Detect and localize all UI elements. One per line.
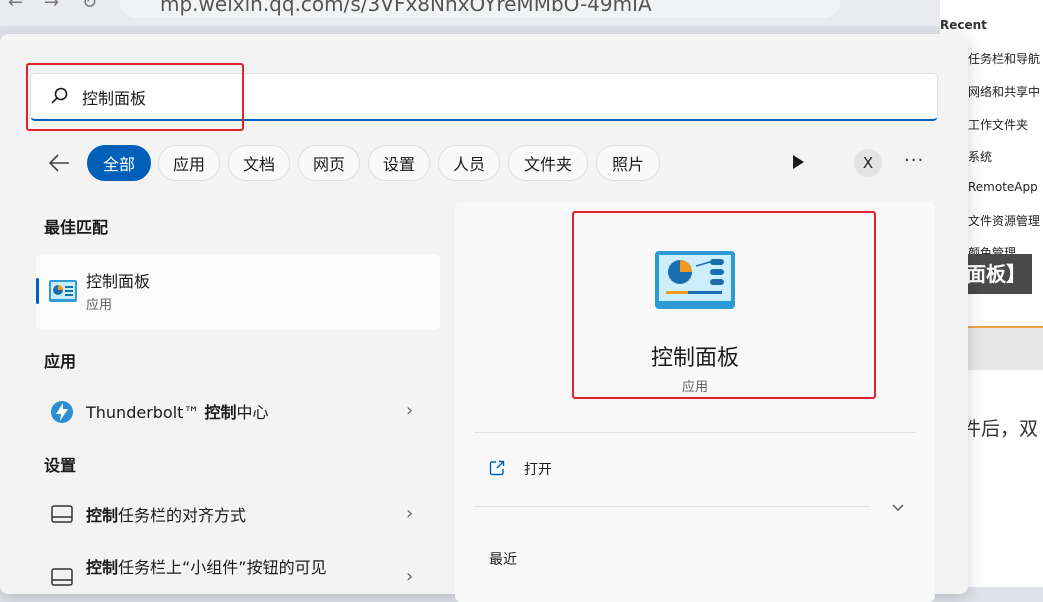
chevron-right-icon[interactable]: › [406, 566, 413, 587]
profile-avatar[interactable]: X [854, 149, 882, 177]
taskbar-icon [51, 505, 73, 523]
filter-documents[interactable]: 文档 [228, 145, 290, 181]
background-recent-heading: Recent [940, 18, 987, 32]
back-arrow-icon[interactable] [46, 150, 72, 176]
background-item: RemoteApp [968, 180, 1038, 194]
search-highlight-box [26, 63, 244, 131]
more-options-icon[interactable]: ··· [904, 150, 924, 171]
expand-button[interactable] [886, 495, 910, 519]
filter-apps[interactable]: 应用 [158, 145, 220, 181]
apps-heading: 应用 [44, 352, 77, 371]
app-result-match: 控制 [204, 403, 237, 422]
filter-photos[interactable]: 照片 [596, 145, 660, 181]
divider [474, 506, 870, 507]
setting-result-match: 控制 [86, 506, 119, 525]
setting-result-suffix: 任务栏上“小组件”按钮的可见 [118, 558, 327, 577]
background-item: 文件资源管理 [968, 214, 1041, 228]
background-item: 工作文件夹 [968, 118, 1029, 132]
detail-highlight-box [572, 211, 876, 399]
filter-all[interactable]: 全部 [87, 145, 151, 181]
play-icon[interactable] [790, 153, 806, 171]
app-result-prefix: Thunderbolt™ [86, 403, 205, 422]
background-banner: 面板】 [960, 254, 1032, 294]
chevron-right-icon[interactable]: › [406, 400, 413, 421]
address-bar-url: mp.weixin.qq.com/s/3VFx8NhxOYreMMbO-49mI… [160, 0, 652, 16]
divider [474, 432, 916, 433]
reload-icon[interactable]: ↻ [82, 0, 97, 13]
forward-icon[interactable]: → [44, 0, 59, 13]
best-match-subtitle: 应用 [86, 298, 113, 313]
thunderbolt-icon [51, 401, 73, 423]
app-result-suffix: 中心 [236, 403, 269, 422]
filter-settings[interactable]: 设置 [368, 145, 430, 181]
filter-folders[interactable]: 文件夹 [508, 145, 588, 181]
best-match-title: 控制面板 [86, 272, 151, 291]
background-item: 网络和共享中 [968, 85, 1041, 99]
chevron-down-icon [892, 504, 904, 511]
background-item: 系统 [968, 150, 993, 164]
open-label: 打开 [524, 462, 552, 478]
setting-result-match: 控制 [86, 558, 119, 577]
selection-indicator [36, 278, 39, 304]
best-match-result[interactable] [36, 254, 440, 330]
setting-result-label: 控制任务栏的对齐方式 [86, 502, 246, 526]
filter-people[interactable]: 人员 [438, 145, 500, 181]
app-result-label: Thunderbolt™ 控制中心 [86, 399, 269, 423]
control-panel-icon [49, 280, 77, 302]
recent-heading: 最近 [489, 552, 517, 568]
filter-web[interactable]: 网页 [298, 145, 360, 181]
chevron-right-icon[interactable]: › [406, 503, 413, 524]
settings-heading: 设置 [44, 456, 77, 475]
background-item: 任务栏和导航 [968, 52, 1041, 66]
back-icon[interactable]: ← [8, 0, 23, 13]
background-block [968, 328, 1043, 370]
taskbar-icon [51, 568, 73, 586]
best-match-heading: 最佳匹配 [44, 218, 109, 237]
setting-result-label: 控制任务栏上“小组件”按钮的可见 [86, 554, 327, 578]
setting-result-suffix: 任务栏的对齐方式 [118, 506, 247, 525]
background-text: 件后，双 [962, 418, 1039, 440]
open-external-icon [489, 460, 505, 476]
